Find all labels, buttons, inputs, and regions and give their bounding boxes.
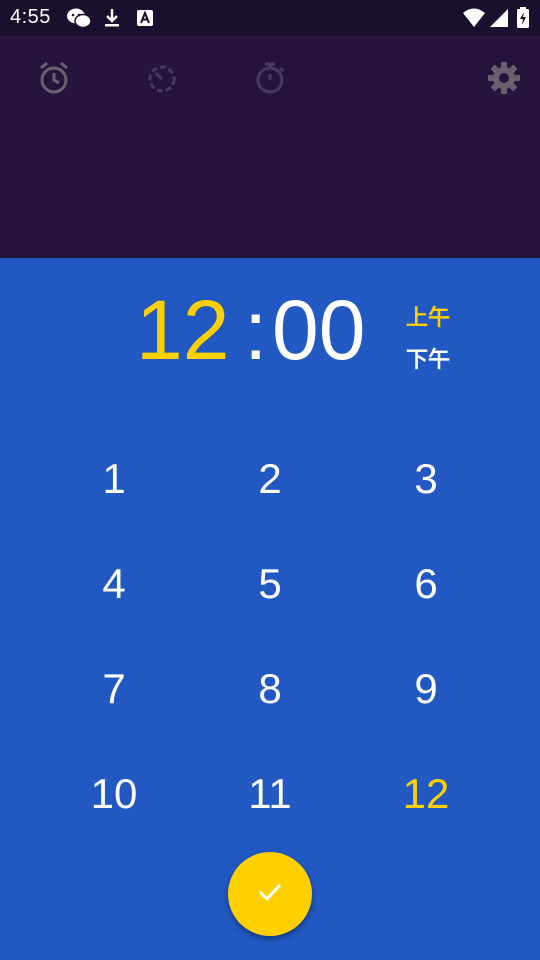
app-bar bbox=[0, 36, 540, 258]
hour-keypad: 1 2 3 4 5 6 7 8 9 10 11 12 bbox=[36, 426, 504, 846]
a-icon bbox=[135, 7, 155, 33]
signal-icon bbox=[488, 7, 510, 33]
minute-display[interactable]: 00 bbox=[272, 280, 365, 380]
time-picker: 12 : 00 上午 下午 1 2 3 4 5 6 7 8 9 10 11 12 bbox=[0, 258, 540, 960]
confirm-button[interactable] bbox=[228, 852, 312, 936]
key-8[interactable]: 8 bbox=[192, 636, 348, 741]
timer-icon[interactable] bbox=[250, 58, 290, 98]
status-bar: 4:55 bbox=[0, 0, 540, 36]
key-12[interactable]: 12 bbox=[348, 741, 504, 846]
status-time: 4:55 bbox=[10, 6, 51, 28]
key-7[interactable]: 7 bbox=[36, 636, 192, 741]
key-5[interactable]: 5 bbox=[192, 531, 348, 636]
wifi-icon bbox=[462, 7, 486, 33]
hour-display[interactable]: 12 bbox=[136, 280, 229, 380]
gear-icon[interactable] bbox=[484, 58, 524, 98]
key-10[interactable]: 10 bbox=[36, 741, 192, 846]
alarm-icon[interactable] bbox=[34, 58, 74, 98]
key-4[interactable]: 4 bbox=[36, 531, 192, 636]
download-icon bbox=[102, 7, 122, 33]
key-3[interactable]: 3 bbox=[348, 426, 504, 531]
key-9[interactable]: 9 bbox=[348, 636, 504, 741]
am-toggle[interactable]: 上午 bbox=[406, 300, 450, 332]
key-11[interactable]: 11 bbox=[192, 741, 348, 846]
pm-toggle[interactable]: 下午 bbox=[406, 342, 450, 374]
clock-icon[interactable] bbox=[142, 58, 182, 98]
battery-icon bbox=[516, 7, 530, 33]
key-1[interactable]: 1 bbox=[36, 426, 192, 531]
check-icon bbox=[254, 876, 286, 912]
key-2[interactable]: 2 bbox=[192, 426, 348, 531]
wechat-icon bbox=[66, 7, 92, 33]
time-separator: : bbox=[244, 283, 268, 377]
key-6[interactable]: 6 bbox=[348, 531, 504, 636]
